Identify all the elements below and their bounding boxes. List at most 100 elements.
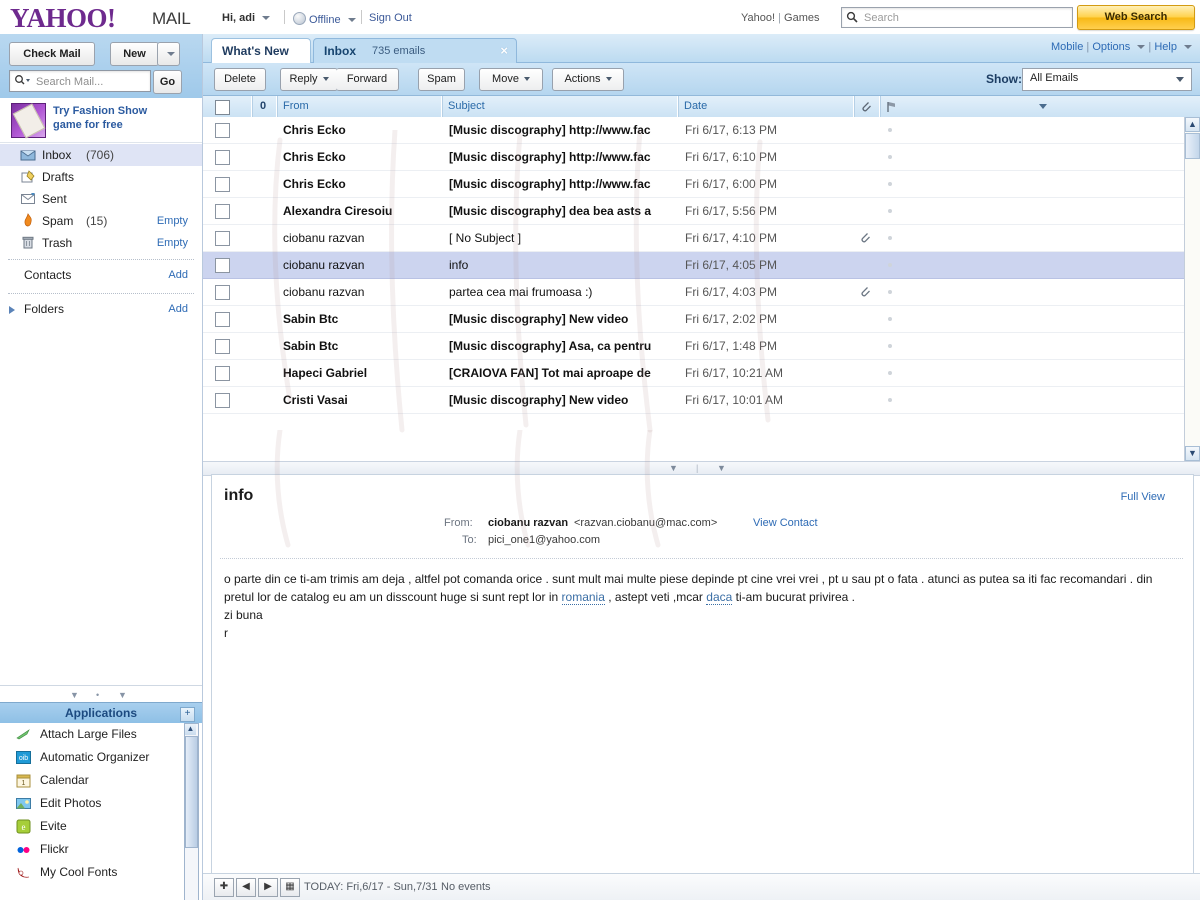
- web-search-box[interactable]: [841, 7, 1073, 28]
- calendar-icon[interactable]: ▦: [280, 878, 300, 897]
- web-search-button[interactable]: Web Search: [1077, 5, 1195, 30]
- row-checkbox[interactable]: [215, 393, 230, 408]
- sidebar-item-drafts[interactable]: Drafts: [0, 166, 202, 188]
- row-checkbox[interactable]: [215, 177, 230, 192]
- flag-placeholder-icon[interactable]: [888, 317, 892, 321]
- scrollbar-thumb[interactable]: [1185, 133, 1200, 159]
- presence-menu[interactable]: Offline: [293, 12, 356, 26]
- sidebar-item-sent[interactable]: Sent: [0, 188, 202, 210]
- email-list-scrollbar[interactable]: ▲ ▼: [1184, 117, 1200, 461]
- row-checkbox[interactable]: [215, 258, 230, 273]
- flag-placeholder-icon[interactable]: [888, 209, 892, 213]
- plus-icon[interactable]: +: [180, 707, 195, 722]
- close-icon[interactable]: ×: [500, 43, 508, 58]
- table-row[interactable]: Sabin Btc [Music discography] Asa, ca pe…: [203, 333, 1184, 360]
- select-all-checkbox[interactable]: [215, 100, 230, 115]
- row-checkbox[interactable]: [215, 231, 230, 246]
- scrollbar-thumb[interactable]: [185, 736, 198, 848]
- plus-icon[interactable]: ✚: [214, 878, 234, 897]
- subject-column-header[interactable]: Subject: [448, 100, 485, 112]
- sign-out-link[interactable]: Sign Out: [369, 12, 412, 24]
- paperclip-icon[interactable]: [859, 99, 873, 114]
- full-view-link[interactable]: Full View: [1121, 491, 1165, 503]
- flag-placeholder-icon[interactable]: [888, 344, 892, 348]
- add-folder-link[interactable]: Add: [168, 303, 188, 315]
- options-link[interactable]: Options: [1092, 41, 1130, 53]
- delete-button[interactable]: Delete: [214, 68, 266, 91]
- new-message-button[interactable]: New: [110, 42, 159, 66]
- user-greeting-menu[interactable]: Hi, adi: [222, 12, 270, 24]
- dot-handle-icon[interactable]: •: [96, 690, 99, 700]
- actions-button[interactable]: Actions: [552, 68, 624, 91]
- flag-placeholder-icon[interactable]: [888, 398, 892, 402]
- chevron-down-icon[interactable]: ▼: [70, 690, 79, 700]
- table-row[interactable]: Chris Ecko [Music discography] http://ww…: [203, 117, 1184, 144]
- flag-icon[interactable]: [885, 100, 898, 114]
- show-filter-select[interactable]: All Emails: [1022, 68, 1192, 91]
- table-row[interactable]: ciobanu razvan info Fri 6/17, 4:05 PM: [203, 252, 1184, 279]
- chevron-down-icon[interactable]: ▼: [118, 690, 127, 700]
- row-checkbox[interactable]: [215, 150, 230, 165]
- table-row[interactable]: Chris Ecko [Music discography] http://ww…: [203, 171, 1184, 198]
- sidebar-item-contacts[interactable]: Contacts Add: [0, 264, 202, 288]
- check-mail-button[interactable]: Check Mail: [9, 42, 95, 66]
- app-item-automatic-organizer[interactable]: oib Automatic Organizer: [0, 746, 202, 769]
- app-item-flickr[interactable]: Flickr: [0, 838, 202, 861]
- app-item-edit-photos[interactable]: Edit Photos: [0, 792, 202, 815]
- help-link[interactable]: Help: [1154, 41, 1177, 53]
- app-item-my-cool-fonts[interactable]: My Cool Fonts: [0, 861, 202, 884]
- flag-placeholder-icon[interactable]: [888, 182, 892, 186]
- move-button[interactable]: Move: [479, 68, 543, 91]
- mobile-link[interactable]: Mobile: [1051, 41, 1083, 53]
- sidebar-item-trash[interactable]: Trash Empty: [0, 232, 202, 254]
- flag-placeholder-icon[interactable]: [888, 236, 892, 240]
- new-message-dropdown-button[interactable]: [157, 42, 180, 66]
- games-link[interactable]: Games: [784, 12, 819, 24]
- view-contact-link[interactable]: View Contact: [753, 517, 818, 529]
- app-item-attach-large-files[interactable]: Attach Large Files: [0, 723, 202, 746]
- reply-button[interactable]: Reply: [280, 68, 338, 91]
- applications-scrollbar[interactable]: ▲ ▼: [184, 723, 199, 900]
- message-body-link-daca[interactable]: daca: [706, 590, 732, 605]
- table-row[interactable]: ciobanu razvan [ No Subject ] Fri 6/17, …: [203, 225, 1184, 252]
- flag-placeholder-icon[interactable]: [888, 371, 892, 375]
- mail-search-go-button[interactable]: Go: [153, 70, 182, 94]
- scroll-up-icon[interactable]: ▲: [1185, 117, 1200, 132]
- sidebar-item-inbox[interactable]: Inbox (706): [0, 144, 202, 166]
- table-row[interactable]: ciobanu razvan partea cea mai frumoasa :…: [203, 279, 1184, 306]
- row-checkbox[interactable]: [215, 312, 230, 327]
- yahoo-home-link[interactable]: Yahoo!: [741, 12, 775, 24]
- unread-column-header[interactable]: 0: [260, 100, 266, 112]
- add-contact-link[interactable]: Add: [168, 269, 188, 281]
- app-item-evite[interactable]: e Evite: [0, 815, 202, 838]
- row-checkbox[interactable]: [215, 123, 230, 138]
- flag-placeholder-icon[interactable]: [888, 263, 892, 267]
- empty-spam-link[interactable]: Empty: [157, 215, 188, 227]
- scroll-down-icon[interactable]: ▼: [1185, 446, 1200, 461]
- message-body-link-romania[interactable]: romania: [562, 590, 605, 605]
- mail-search-box[interactable]: [9, 70, 151, 92]
- row-checkbox[interactable]: [215, 204, 230, 219]
- flag-placeholder-icon[interactable]: [888, 155, 892, 159]
- sidebar-item-folders[interactable]: Folders Add: [0, 298, 202, 322]
- spam-button[interactable]: Spam: [418, 68, 465, 91]
- mail-search-input[interactable]: [34, 73, 150, 90]
- table-row[interactable]: Sabin Btc [Music discography] New video …: [203, 306, 1184, 333]
- sort-descending-icon[interactable]: [1039, 104, 1047, 109]
- sidebar-item-spam[interactable]: Spam (15) Empty: [0, 210, 202, 232]
- date-column-header[interactable]: Date: [684, 100, 707, 112]
- tab-inbox[interactable]: Inbox 735 emails ×: [313, 38, 517, 63]
- row-checkbox[interactable]: [215, 339, 230, 354]
- chevron-down-icon[interactable]: ▼: [669, 463, 678, 473]
- from-column-header[interactable]: From: [283, 100, 309, 112]
- table-row[interactable]: Cristi Vasai [Music discography] New vid…: [203, 387, 1184, 414]
- web-search-input[interactable]: [862, 9, 1070, 27]
- empty-trash-link[interactable]: Empty: [157, 237, 188, 249]
- flag-placeholder-icon[interactable]: [888, 290, 892, 294]
- app-item-calendar[interactable]: 1 Calendar: [0, 769, 202, 792]
- row-checkbox[interactable]: [215, 285, 230, 300]
- table-row[interactable]: Hapeci Gabriel [CRAIOVA FAN] Tot mai apr…: [203, 360, 1184, 387]
- forward-button[interactable]: Forward: [336, 68, 399, 91]
- yahoo-logo[interactable]: YAHOO!: [10, 3, 116, 34]
- promo-banner[interactable]: Try Fashion Show game for free: [0, 98, 202, 143]
